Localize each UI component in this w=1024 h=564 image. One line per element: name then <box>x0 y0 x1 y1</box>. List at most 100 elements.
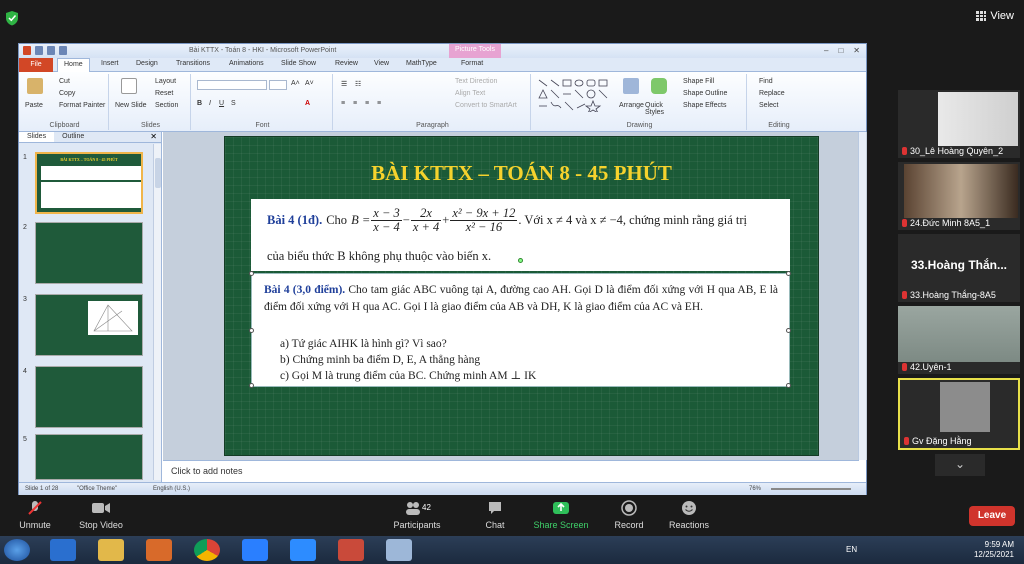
paste-icon[interactable] <box>27 78 43 94</box>
tab-review[interactable]: Review <box>335 60 358 67</box>
participant-tile[interactable]: 24.Đức Minh 8A5_1 <box>898 162 1020 230</box>
participant-tile[interactable]: 33.Hoàng Thắn... 33.Hoàng Thắng-8A5 <box>898 234 1020 302</box>
strikethrough-icon[interactable]: S <box>231 100 236 107</box>
shape-outline-button[interactable]: Shape Outline <box>683 90 727 97</box>
select-button[interactable]: Select <box>759 102 778 109</box>
tab-file[interactable]: File <box>19 58 53 72</box>
resize-handle[interactable] <box>249 328 254 333</box>
resize-handle[interactable] <box>786 328 791 333</box>
align-left-icon[interactable]: ≡ <box>341 100 345 107</box>
save-icon[interactable] <box>35 46 43 55</box>
convert-smartart-button[interactable]: Convert to SmartArt <box>455 102 517 109</box>
resize-handle[interactable] <box>249 271 254 276</box>
layout-button[interactable]: Layout <box>155 78 176 85</box>
chevron-down-icon[interactable]: ⌄ <box>935 454 985 476</box>
paste-button[interactable]: Paste <box>25 102 43 109</box>
question-2-box[interactable]: Bài 4 (3,0 điểm). Cho tam giác ABC vuông… <box>249 271 791 388</box>
tab-transitions[interactable]: Transitions <box>176 60 210 67</box>
font-size-select[interactable] <box>269 80 287 90</box>
system-clock[interactable]: 9:59 AM 12/25/2021 <box>974 540 1014 560</box>
participants-button[interactable]: 42 Participants <box>382 500 452 530</box>
zoom-app-icon[interactable] <box>290 539 316 561</box>
rotate-handle[interactable] <box>518 258 523 263</box>
shape-fill-button[interactable]: Shape Fill <box>683 78 714 85</box>
unmute-button[interactable]: Unmute <box>0 500 70 530</box>
file-explorer-icon[interactable] <box>98 539 124 561</box>
new-slide-button[interactable]: New Slide <box>115 102 147 109</box>
leave-button[interactable]: Leave <box>969 506 1015 526</box>
center-icon[interactable]: ≡ <box>353 100 357 107</box>
slide-thumbnail-4[interactable] <box>35 366 143 428</box>
quick-styles-icon[interactable] <box>651 78 667 94</box>
numbering-icon[interactable]: ☷ <box>355 80 361 88</box>
pane-close-icon[interactable]: ✕ <box>150 132 157 141</box>
tab-insert[interactable]: Insert <box>101 60 119 67</box>
resize-handle[interactable] <box>786 383 791 388</box>
resize-handle[interactable] <box>249 383 254 388</box>
scroll-thumb[interactable] <box>155 158 161 188</box>
resize-handle[interactable] <box>786 271 791 276</box>
maximize-icon[interactable]: □ <box>838 46 843 55</box>
current-slide[interactable]: BÀI KTTX – TOÁN 8 - 45 PHÚT Bài 4 (1đ). … <box>224 136 819 456</box>
undo-icon[interactable] <box>47 46 55 55</box>
start-button-icon[interactable] <box>4 539 30 561</box>
question-1-box[interactable]: Bài 4 (1đ). Cho B = x − 3x − 4 − 2x x + 4… <box>251 199 790 271</box>
media-player-icon[interactable] <box>146 539 172 561</box>
font-color-icon[interactable]: A <box>305 100 310 107</box>
participant-tile[interactable]: 42.Uyên-1 <box>898 306 1020 374</box>
notes-pane[interactable]: Click to add notes <box>163 460 859 482</box>
arrange-icon[interactable] <box>623 78 639 94</box>
participant-tile-speaking[interactable]: Gv Đặng Hằng <box>898 378 1020 450</box>
cut-button[interactable]: Cut <box>59 78 70 85</box>
font-name-select[interactable] <box>197 80 267 90</box>
tab-view[interactable]: View <box>374 60 389 67</box>
view-button[interactable]: View <box>976 10 1014 22</box>
zalo-icon[interactable] <box>242 539 268 561</box>
underline-icon[interactable]: U <box>219 100 224 107</box>
section-button[interactable]: Section <box>155 102 178 109</box>
chat-button[interactable]: Chat <box>460 500 530 530</box>
slide-thumbnail-1[interactable]: BÀI KTTX – TOÁN 8 - 45 PHÚT <box>35 152 143 214</box>
tab-format[interactable]: Format <box>461 60 483 67</box>
input-language[interactable]: EN <box>846 545 857 554</box>
paint-icon[interactable] <box>386 539 412 561</box>
format-painter-button[interactable]: Format Painter <box>59 102 105 109</box>
zoom-slider[interactable] <box>771 488 851 490</box>
chrome-icon[interactable] <box>194 539 220 561</box>
grow-font-icon[interactable]: A˄ <box>291 80 300 87</box>
slide-thumbnail-2[interactable] <box>35 222 143 284</box>
reactions-button[interactable]: Reactions <box>654 500 724 530</box>
reset-button[interactable]: Reset <box>155 90 173 97</box>
copy-button[interactable]: Copy <box>59 90 75 97</box>
close-icon[interactable]: ✕ <box>853 46 860 55</box>
pane-scrollbar[interactable] <box>153 144 161 480</box>
internet-explorer-icon[interactable] <box>50 539 76 561</box>
shapes-gallery-icon[interactable] <box>537 78 613 112</box>
tab-home[interactable]: Home <box>57 58 90 73</box>
tab-slides[interactable]: Slides <box>19 132 55 142</box>
slide-title[interactable]: BÀI KTTX – TOÁN 8 - 45 PHÚT <box>225 161 818 186</box>
redo-icon[interactable] <box>59 46 67 55</box>
minimize-icon[interactable]: – <box>824 46 828 55</box>
slide-thumbnail-5[interactable] <box>35 434 143 480</box>
text-direction-button[interactable]: Text Direction <box>455 78 497 85</box>
new-slide-icon[interactable] <box>121 78 137 94</box>
tab-design[interactable]: Design <box>136 60 158 67</box>
bullets-icon[interactable]: ☰ <box>341 80 347 88</box>
slide-scrollbar[interactable] <box>858 132 866 460</box>
bold-icon[interactable]: B <box>197 100 202 107</box>
justify-icon[interactable]: ≡ <box>377 100 381 107</box>
quick-styles-button[interactable]: Quick Styles <box>645 102 675 116</box>
share-screen-button[interactable]: Share Screen <box>526 500 596 530</box>
tab-outline[interactable]: Outline <box>54 132 92 142</box>
find-button[interactable]: Find <box>759 78 773 85</box>
tab-animations[interactable]: Animations <box>229 60 264 67</box>
arrange-button[interactable]: Arrange <box>619 102 644 109</box>
tab-mathtype[interactable]: MathType <box>406 60 437 67</box>
tab-slide-show[interactable]: Slide Show <box>281 60 316 67</box>
zoom-level[interactable]: 76% <box>749 486 761 492</box>
align-right-icon[interactable]: ≡ <box>365 100 369 107</box>
slide-thumbnail-3[interactable] <box>35 294 143 356</box>
align-text-button[interactable]: Align Text <box>455 90 485 97</box>
italic-icon[interactable]: I <box>209 100 211 107</box>
